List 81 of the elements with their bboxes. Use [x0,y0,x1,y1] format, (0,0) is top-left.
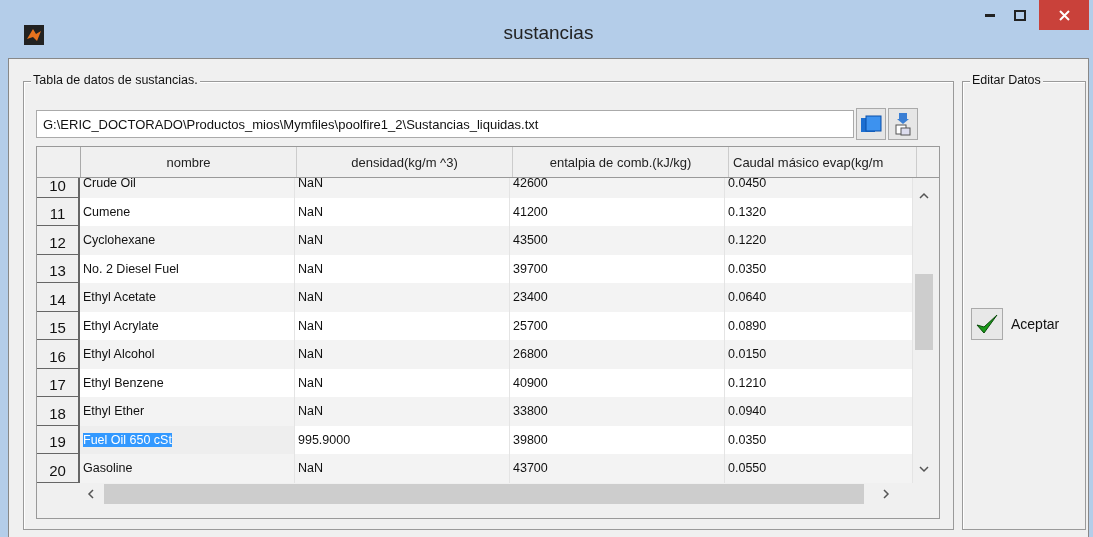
scroll-up-icon[interactable] [919,192,929,199]
table-cell: 0.0940 [728,404,767,419]
table-cell: NaN [298,178,323,191]
table-cell: 41200 [513,204,548,219]
table-cell: 25700 [513,318,548,333]
app-icon [24,25,44,45]
scroll-left-icon[interactable] [87,489,94,499]
scroll-thumb[interactable] [104,484,864,504]
column-header[interactable]: Caudal másico evap(kg/m [729,147,917,177]
row-header[interactable]: 11 [37,197,80,226]
row-header[interactable]: 10 [37,178,80,198]
table-cell: Cyclohexane [83,233,156,248]
table-cell: 39700 [513,261,548,276]
table-cell: Ethyl Alcohol [83,347,155,362]
table-cell: 0.0640 [728,290,767,305]
scroll-thumb[interactable] [915,274,933,350]
accept-button[interactable] [971,307,1003,340]
row-header[interactable]: 12 [37,226,80,255]
row-header[interactable]: 19 [37,425,80,454]
table-cell: 0.1210 [728,375,767,390]
column-header[interactable]: entalpia de comb.(kJ/kg) [513,147,729,177]
scroll-right-icon[interactable] [883,489,890,499]
accept-label: Aceptar [1011,315,1060,332]
table-cell: NaN [298,404,323,419]
window-title: sustancias [503,22,594,44]
table-cell: 0.1320 [728,204,767,219]
panel-title: Editar Datos [970,73,1043,87]
table-cell: 42600 [513,178,548,191]
import-icon [894,112,912,136]
import-button[interactable] [888,108,918,140]
row-header[interactable]: 18 [37,397,80,426]
row-header[interactable]: 17 [37,368,80,397]
table-cell: NaN [298,261,323,276]
table-cell: 23400 [513,290,548,305]
close-icon [1058,9,1070,21]
table-cell: 39800 [513,432,548,447]
table-cell: 43500 [513,233,548,248]
column-header[interactable]: densidad(kg/m ^3) [297,147,513,177]
table-cell: Ethyl Acrylate [83,318,159,333]
table-cell: 0.1220 [728,233,767,248]
close-button[interactable] [1039,0,1089,30]
table-cell: 26800 [513,347,548,362]
table-cell: NaN [298,204,323,219]
table-cell: 0.0890 [728,318,767,333]
table-cell: NaN [298,461,323,476]
table-cell: Fuel Oil 650 cSt [83,432,172,447]
checkmark-icon [975,312,999,335]
row-header[interactable]: 15 [37,311,80,340]
table-cell: 995.9000 [298,432,351,447]
row-header[interactable]: 20 [37,454,80,483]
panel-title: Tabla de datos de sustancias. [31,73,200,87]
table-cell: NaN [298,290,323,305]
maximize-icon [1014,9,1026,21]
scroll-down-icon[interactable] [919,466,929,473]
row-header[interactable]: 16 [37,340,80,369]
row-header[interactable]: 14 [37,283,80,312]
table-cell: Crude Oil [83,178,136,191]
table-cell: 0.0350 [728,432,767,447]
folder-icon [860,114,882,134]
table-cell: NaN [298,233,323,248]
open-folder-button[interactable] [856,108,886,140]
table-cell: 40900 [513,375,548,390]
table-cell: 43700 [513,461,548,476]
table-cell: 33800 [513,404,548,419]
table-cell: NaN [298,347,323,362]
table-cell: NaN [298,318,323,333]
table-cell: 0.0450 [728,178,767,191]
table-cell: Ethyl Benzene [83,375,164,390]
table-cell: Gasoline [83,461,133,476]
table-cell: 0.0550 [728,461,767,476]
table-cell: Ethyl Acetate [83,290,156,305]
table-cell: Cumene [83,204,131,219]
table-cell: 0.0350 [728,261,767,276]
minimize-icon [985,13,995,17]
table-cell: No. 2 Diesel Fuel [83,261,179,276]
row-header[interactable]: 13 [37,254,80,283]
table-cell: Ethyl Ether [83,404,145,419]
table-cell: 0.0150 [728,347,767,362]
table-cell: NaN [298,375,323,390]
column-header[interactable]: nombre [81,147,297,177]
path-field[interactable]: G:\ERIC_DOCTORADO\Productos_mios\Mymfiles\poolfire1_2\Sustancias_liquidas.txt [36,110,854,138]
